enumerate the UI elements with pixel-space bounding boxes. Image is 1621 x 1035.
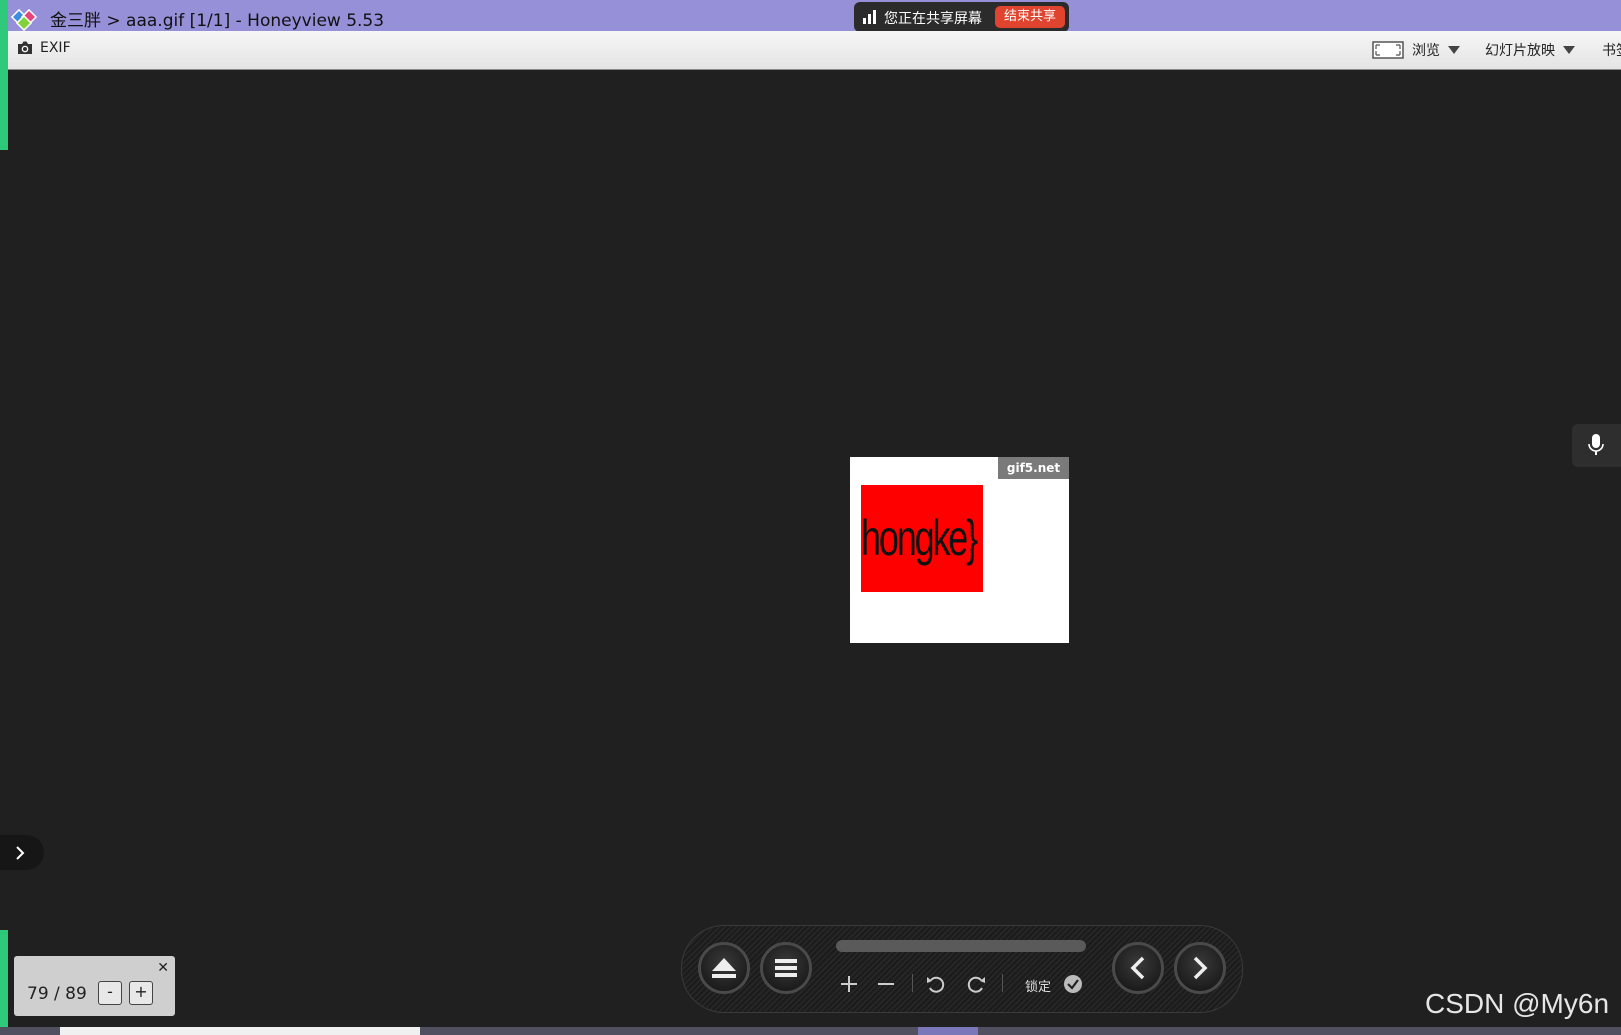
microphone-icon — [1588, 434, 1604, 455]
expand-panel-button[interactable] — [0, 835, 44, 870]
zoom-out-icon[interactable] — [876, 974, 896, 994]
taskbar-strip — [0, 1027, 1621, 1035]
image-watermark: gif5.net — [998, 457, 1069, 479]
eject-icon — [712, 958, 736, 978]
end-share-button[interactable]: 结束共享 — [995, 6, 1065, 28]
chevron-down-icon — [1448, 46, 1460, 54]
window-title: 金三胖 > aaa.gif [1/1] - Honeyview 5.53 — [50, 11, 385, 31]
eject-button[interactable] — [698, 942, 750, 994]
browse-label: 浏览 — [1412, 43, 1440, 59]
previous-page-button[interactable]: - — [98, 981, 122, 1005]
page-counter-panel: ✕ 79 / 89 - + — [14, 956, 175, 1016]
rotate-right-icon[interactable] — [965, 974, 987, 994]
chevron-right-icon — [16, 846, 25, 860]
exif-label: EXIF — [40, 40, 71, 56]
menu-button[interactable] — [760, 942, 812, 994]
screen-share-bar: 您正在共享屏幕 结束共享 — [854, 2, 1069, 32]
rotate-left-icon[interactable] — [925, 974, 947, 994]
signal-bars-icon — [863, 10, 876, 24]
control-separator — [1002, 974, 1003, 992]
image-red-banner: hongke} — [861, 485, 983, 592]
camera-icon — [18, 41, 32, 54]
chevron-right-icon — [1193, 956, 1208, 980]
next-image-button[interactable] — [1174, 942, 1226, 994]
lock-label: 锁定 — [1025, 980, 1052, 995]
taskbar-segment — [60, 1027, 420, 1035]
page-indicator: 79 / 89 — [27, 984, 87, 1004]
browse-menu[interactable]: 浏览 — [1372, 40, 1460, 60]
title-bar: 金三胖 > aaa.gif [1/1] - Honeyview 5.53 您正在… — [0, 0, 1621, 32]
bookmark-menu[interactable]: 书签 — [1602, 40, 1621, 60]
exif-button[interactable]: EXIF — [16, 40, 71, 56]
next-page-button[interactable]: + — [129, 981, 153, 1005]
image-text: hongke} — [861, 510, 978, 566]
slideshow-menu[interactable]: 幻灯片放映 — [1485, 40, 1575, 60]
toolbar: EXIF 浏览 幻灯片放映 书签 — [0, 31, 1621, 70]
csdn-watermark: CSDN @My6n — [1425, 988, 1610, 1019]
fullscreen-icon — [1372, 41, 1404, 59]
control-separator — [912, 974, 913, 992]
previous-image-button[interactable] — [1112, 942, 1164, 994]
lock-check-icon[interactable] — [1063, 974, 1083, 994]
displayed-image: gif5.net hongke} — [850, 457, 1069, 643]
microphone-button[interactable] — [1572, 424, 1621, 467]
viewer-control-bar: 锁定 — [681, 925, 1243, 1013]
left-accent-strip-bottom — [0, 930, 8, 1027]
zoom-in-icon[interactable] — [839, 974, 859, 994]
chevron-down-icon — [1563, 46, 1575, 54]
slideshow-label: 幻灯片放映 — [1485, 43, 1555, 59]
taskbar-segment — [918, 1027, 978, 1035]
frame-slider[interactable] — [836, 940, 1086, 952]
chevron-left-icon — [1130, 956, 1145, 980]
close-icon[interactable]: ✕ — [157, 960, 169, 976]
menu-icon — [775, 959, 797, 977]
left-accent-strip-top — [0, 0, 8, 150]
share-status-text: 您正在共享屏幕 — [884, 11, 982, 27]
